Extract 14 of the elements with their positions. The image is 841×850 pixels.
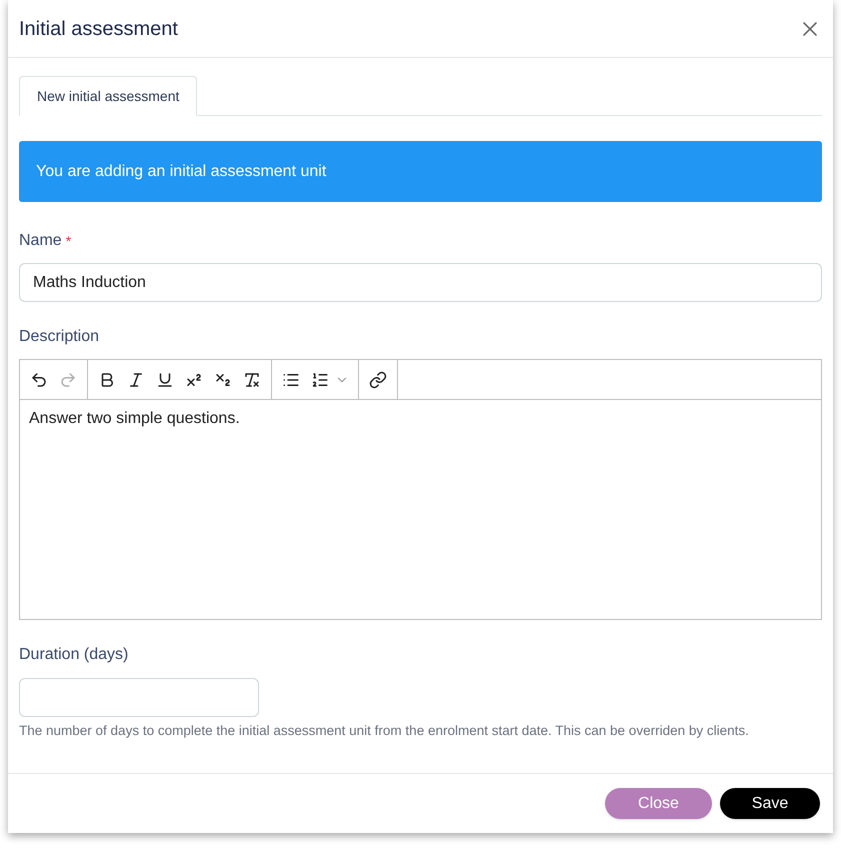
save-button[interactable]: Save	[720, 788, 820, 819]
duration-field[interactable]	[19, 678, 259, 717]
dialog-title: Initial assessment	[19, 16, 178, 42]
required-marker: *	[66, 232, 72, 250]
tab[interactable]: New initial assessment	[19, 76, 198, 116]
info-banner: You are adding an initial assessment unit	[19, 141, 822, 202]
name-field[interactable]: Maths Induction	[19, 263, 822, 302]
link-icon[interactable]	[368, 370, 388, 388]
editor-text[interactable]: Answer two simple questions.	[20, 400, 821, 431]
help-text: The number of days to complete the initial assessment unit from the enrolment start date. This can be overriden by clients.	[19, 722, 750, 740]
numbered-list-icon[interactable]	[310, 370, 330, 388]
field-label: Description	[19, 327, 100, 347]
field-label: Name	[19, 231, 62, 251]
field-label: Duration (days)	[19, 645, 130, 665]
